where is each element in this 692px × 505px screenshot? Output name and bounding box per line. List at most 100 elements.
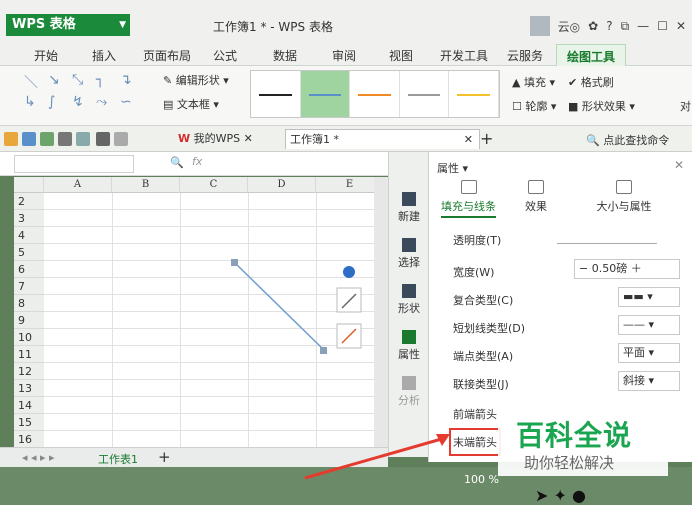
vertical-scrollbar[interactable]	[374, 177, 388, 447]
shapes-gallery[interactable]: ＼ ↘ ⤡ ┐ ↴ ↳ ∫ ↯ ⤳ ∽	[20, 70, 140, 120]
line-style-yellow[interactable]	[449, 71, 499, 117]
watermark: 百科全说 助你轻松解决	[498, 410, 668, 476]
sheet-nav-arrows[interactable]: ◂ ◂ ▸ ▸	[22, 451, 55, 464]
fx-label[interactable]: fx	[192, 155, 202, 168]
sidebar-property[interactable]: 属性	[389, 330, 429, 362]
dash-label: 短划线类型(D)	[453, 322, 526, 335]
curve-arrow-icon[interactable]: ↯	[72, 94, 84, 110]
property-icon	[402, 330, 416, 344]
format-brush-button[interactable]: ✔ 格式刷	[568, 74, 614, 90]
preview-icon[interactable]	[76, 132, 90, 146]
close-tab-icon[interactable]: ✕	[464, 130, 473, 150]
analysis-icon	[402, 376, 416, 390]
tab-formula[interactable]: 公式	[213, 47, 237, 64]
edit-shape-button[interactable]: ✎ 编辑形状 ▾	[163, 72, 229, 88]
tab-review[interactable]: 审阅	[332, 47, 356, 64]
line-shape[interactable]	[234, 262, 325, 351]
close-icon[interactable]: ✕	[676, 19, 686, 33]
cloud-status[interactable]: 云◎	[558, 18, 580, 35]
elbow-arrow-icon[interactable]: ↴	[120, 72, 132, 88]
effect-icon	[528, 180, 544, 194]
cap-label: 端点类型(A)	[453, 350, 514, 363]
undo-icon[interactable]	[96, 132, 110, 146]
tab-effect[interactable]: 效果	[525, 180, 547, 214]
line-handle-end[interactable]	[320, 347, 327, 354]
select-icon	[402, 238, 416, 252]
tab-developer[interactable]: 开发工具	[440, 47, 488, 64]
maximize-icon[interactable]: ☐	[657, 19, 668, 33]
sheet-tab-1[interactable]: 工作表1	[98, 451, 138, 467]
transparency-slider[interactable]	[557, 230, 657, 244]
tab-home[interactable]: 开始	[34, 47, 58, 64]
shape-effect-button[interactable]: ■ 形状效果 ▾	[568, 98, 635, 114]
format-brush-label: 格式刷	[580, 76, 614, 89]
curve-connector-icon[interactable]: ∫	[48, 94, 55, 110]
outline-button[interactable]: ☐ 轮廓 ▾	[512, 98, 556, 114]
line-style-orange[interactable]	[350, 71, 400, 117]
panel-title[interactable]: 属性 ▾	[437, 160, 468, 176]
export-icon[interactable]	[40, 132, 54, 146]
name-box[interactable]	[14, 155, 134, 173]
skin-icon[interactable]: ✿	[588, 19, 598, 33]
zoom-icon[interactable]: 🔍	[170, 156, 184, 169]
redo-icon[interactable]	[114, 132, 128, 146]
elbow-double-icon[interactable]: ↳	[24, 94, 36, 110]
panel-close-icon[interactable]: ✕	[674, 158, 684, 172]
restore-icon[interactable]: ⧉	[621, 19, 630, 34]
double-arrow-shape-icon[interactable]: ⤡	[72, 72, 83, 88]
join-select[interactable]: 斜接 ▾	[618, 371, 680, 391]
print-icon[interactable]	[58, 132, 72, 146]
workbook-label: 工作簿1 *	[290, 133, 339, 146]
avatar[interactable]	[529, 16, 550, 36]
task-sidebar: 新建 选择 形状 属性 分析	[388, 152, 428, 457]
tab-drawing-tools[interactable]: 绘图工具	[556, 44, 627, 66]
shape-icon	[402, 284, 416, 298]
width-stepper[interactable]: − 0.50磅 ＋	[574, 259, 680, 279]
tab-cloud[interactable]: 云服务	[507, 47, 543, 64]
connector-line[interactable]	[14, 177, 374, 447]
sidebar-analysis[interactable]: 分析	[389, 376, 429, 408]
sidebar-shape[interactable]: 形状	[389, 284, 429, 316]
line-style-gallery[interactable]	[250, 70, 500, 118]
help-icon[interactable]: ?	[606, 19, 612, 33]
line-style-blue[interactable]	[300, 71, 351, 117]
new-tab-icon[interactable]: +	[480, 129, 493, 148]
open-icon[interactable]	[4, 132, 18, 146]
sidebar-select[interactable]: 选择	[389, 238, 429, 270]
dash-select[interactable]: —— ▾	[618, 315, 680, 335]
curve-double-icon[interactable]: ⤳	[96, 94, 107, 110]
find-command-button[interactable]: 🔍 点此查找命令	[586, 132, 669, 148]
freeform-icon[interactable]: ∽	[120, 94, 132, 110]
watermark-title: 百科全说	[516, 419, 633, 452]
tab-size-property[interactable]: 大小与属性	[569, 180, 679, 214]
tab-insert[interactable]: 插入	[92, 47, 116, 64]
line-handle-start[interactable]	[231, 259, 238, 266]
tab-fill-line[interactable]: 填充与线条	[441, 180, 496, 218]
tab-workbook[interactable]: 工作簿1 * ✕	[285, 129, 480, 149]
tab-view[interactable]: 视图	[389, 47, 413, 64]
compound-select[interactable]: ▬▬ ▾	[618, 287, 680, 307]
fill-button[interactable]: ▲ 填充 ▾	[512, 74, 555, 90]
line-shape-icon[interactable]: ＼	[24, 72, 38, 92]
elbow-connector-icon[interactable]: ┐	[96, 72, 104, 88]
arrow-shape-icon[interactable]: ↘	[48, 72, 60, 88]
highlight-box	[449, 428, 501, 456]
minimize-icon[interactable]: —	[637, 19, 649, 33]
app-logo[interactable]: WPS 表格 ▼	[6, 14, 130, 36]
line-style-gray[interactable]	[400, 71, 450, 117]
fill-label: 填充	[523, 76, 546, 89]
zoom-level[interactable]: 100 %	[464, 473, 499, 486]
sidebar-new[interactable]: 新建	[389, 192, 429, 224]
add-sheet-icon[interactable]: +	[158, 448, 171, 466]
tab-data[interactable]: 数据	[273, 47, 297, 64]
spreadsheet-grid[interactable]: A B C D E 2 3 4 5 6 7 8 9 10 11 12 13 14 15 16	[14, 177, 374, 447]
shape-collapse-icon[interactable]	[343, 266, 355, 278]
ribbon-overflow[interactable]: 对	[680, 98, 691, 114]
line-style-black[interactable]	[251, 71, 301, 117]
window-title: 工作簿1 * - WPS 表格	[213, 20, 333, 34]
tab-mywps[interactable]: W 我的WPS ✕	[174, 129, 257, 149]
tab-page-layout[interactable]: 页面布局	[143, 47, 191, 64]
save-icon[interactable]	[22, 132, 36, 146]
cap-select[interactable]: 平面 ▾	[618, 343, 680, 363]
textbox-button[interactable]: ▤ 文本框 ▾	[163, 96, 219, 112]
